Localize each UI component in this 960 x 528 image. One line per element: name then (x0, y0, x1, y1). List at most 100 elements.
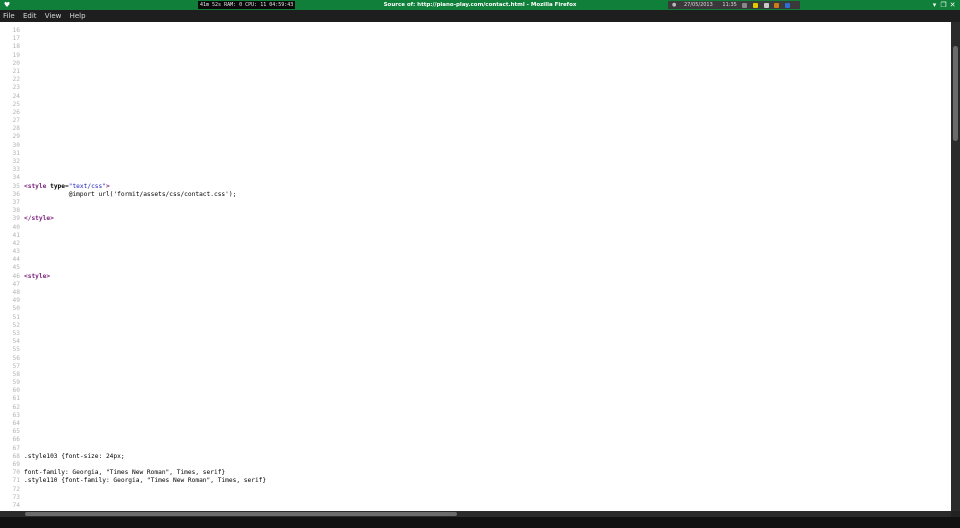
line-number: 58 (12, 370, 20, 378)
system-monitor-text: 41m 52s RAM: 0 CPU: 11 04:59:43 (200, 2, 294, 8)
source-line: 35 <style type="text/css"> (0, 183, 951, 191)
source-line: 65 (0, 428, 951, 436)
line-number: 25 (12, 100, 20, 108)
vertical-scroll-thumb[interactable] (953, 46, 958, 141)
source-line: 73 (0, 494, 951, 502)
source-code: 16 17 18 19 20 21 22 23 24 25 26 27 28 29 30 31 32 33 34 35… (0, 27, 951, 510)
line-number: 60 (12, 387, 20, 395)
volume-icon[interactable] (753, 2, 758, 8)
line-number: 21 (12, 67, 20, 75)
line-number: 29 (12, 133, 20, 141)
source-line: 30 (0, 142, 951, 150)
source-line: 18 (0, 43, 951, 51)
source-line: 52 (0, 322, 951, 330)
source-line: 47 (0, 281, 951, 289)
source-line: 71 .style110 {font-family: Georgia, "Time… (0, 477, 951, 485)
source-line: 60 (0, 387, 951, 395)
source-line: 25 (0, 101, 951, 109)
source-line: 27 (0, 117, 951, 125)
line-number: 46 (12, 272, 20, 280)
line-number: 33 (12, 166, 20, 174)
menu-view[interactable]: View (42, 10, 65, 22)
line-number: 57 (12, 362, 20, 370)
menu-file[interactable]: File (0, 10, 18, 22)
line-content: <style> (24, 272, 51, 280)
line-number: 19 (12, 51, 20, 59)
line-number: 41 (12, 231, 20, 239)
update-icon[interactable] (784, 2, 790, 8)
source-line: 42 (0, 240, 951, 248)
line-number: 20 (12, 59, 20, 67)
system-monitor: 41m 52s RAM: 0 CPU: 11 04:59:43 (198, 1, 296, 9)
source-line: 51 (0, 314, 951, 322)
line-number: 18 (12, 43, 20, 51)
line-number: 50 (12, 305, 20, 313)
source-line: 45 (0, 264, 951, 272)
line-content: .style110 {font-family: Georgia, "Times … (24, 477, 267, 485)
window-controls: ▾ ❐ ✕ (930, 0, 957, 10)
horizontal-scroll-thumb[interactable] (25, 512, 457, 516)
line-number: 64 (12, 420, 20, 427)
mail-icon[interactable] (763, 2, 769, 8)
source-line: 50 (0, 305, 951, 313)
source-line: 48 (0, 289, 951, 297)
source-line: 68 .style103 {font-size: 24px; (0, 453, 951, 461)
line-number: 55 (12, 346, 20, 354)
network-icon[interactable] (742, 2, 748, 8)
line-number: 62 (12, 403, 20, 411)
line-number: 61 (12, 395, 20, 403)
tray-date[interactable]: 27/05/2013 (684, 1, 713, 9)
line-number: 28 (12, 125, 20, 133)
source-line: 28 (0, 125, 951, 133)
source-line: 69 (0, 461, 951, 469)
line-number: 51 (12, 313, 20, 321)
line-number: 52 (12, 321, 20, 329)
tray-time[interactable]: 11:35 (722, 1, 736, 9)
source-line: 56 (0, 355, 951, 363)
source-line: 55 (0, 346, 951, 354)
line-content: <style type="text/css"> (24, 182, 110, 190)
source-line: 41 (0, 232, 951, 240)
source-line: 38 (0, 207, 951, 215)
window-title: Source of: http://piano-play.com/contact… (383, 2, 577, 8)
source-line: 22 (0, 76, 951, 84)
tray-settings-icon[interactable]: ● (672, 1, 676, 9)
source-line: 34 (0, 174, 951, 182)
restore-icon[interactable]: ❐ (939, 0, 948, 10)
source-line: 54 (0, 338, 951, 346)
source-line: 63 (0, 412, 951, 420)
line-number: 53 (12, 329, 20, 337)
battery-icon[interactable] (774, 2, 780, 8)
line-number: 63 (12, 411, 20, 419)
source-line: 37 (0, 199, 951, 207)
source-view[interactable]: 16 17 18 19 20 21 22 23 24 25 26 27 28 29 30 31 32 33 34 35… (0, 22, 951, 511)
menu-help[interactable]: Help (67, 10, 89, 22)
line-content: @import url('formit/assets/css/contact.c… (24, 190, 237, 198)
line-number: 26 (12, 108, 20, 116)
minimize-icon[interactable]: ▾ (930, 0, 939, 10)
menu-edit[interactable]: Edit (20, 10, 40, 22)
line-number: 30 (12, 141, 20, 149)
line-number: 72 (12, 485, 20, 493)
line-number: 49 (12, 297, 20, 305)
source-line: 39 </style> (0, 215, 951, 223)
source-line: 58 (0, 371, 951, 379)
vertical-scrollbar[interactable] (951, 22, 960, 511)
source-line: 57 (0, 363, 951, 371)
line-content: </style> (24, 215, 54, 223)
source-line: 23 (0, 84, 951, 92)
close-icon[interactable]: ✕ (948, 0, 957, 10)
line-number: 74 (12, 501, 20, 509)
line-number: 56 (12, 354, 20, 362)
source-line: 29 (0, 133, 951, 141)
source-line: 46 <style> (0, 273, 951, 281)
window-titlebar: ♥ 41m 52s RAM: 0 CPU: 11 04:59:43 Source… (0, 0, 960, 10)
source-line: 61 (0, 395, 951, 403)
firefox-icon[interactable]: ♥ (3, 1, 11, 9)
source-line: 26 (0, 109, 951, 117)
line-number: 66 (12, 436, 20, 444)
source-line: 64 (0, 420, 951, 428)
line-number: 16 (12, 27, 20, 34)
source-line: 20 (0, 60, 951, 68)
line-number: 47 (12, 280, 20, 288)
